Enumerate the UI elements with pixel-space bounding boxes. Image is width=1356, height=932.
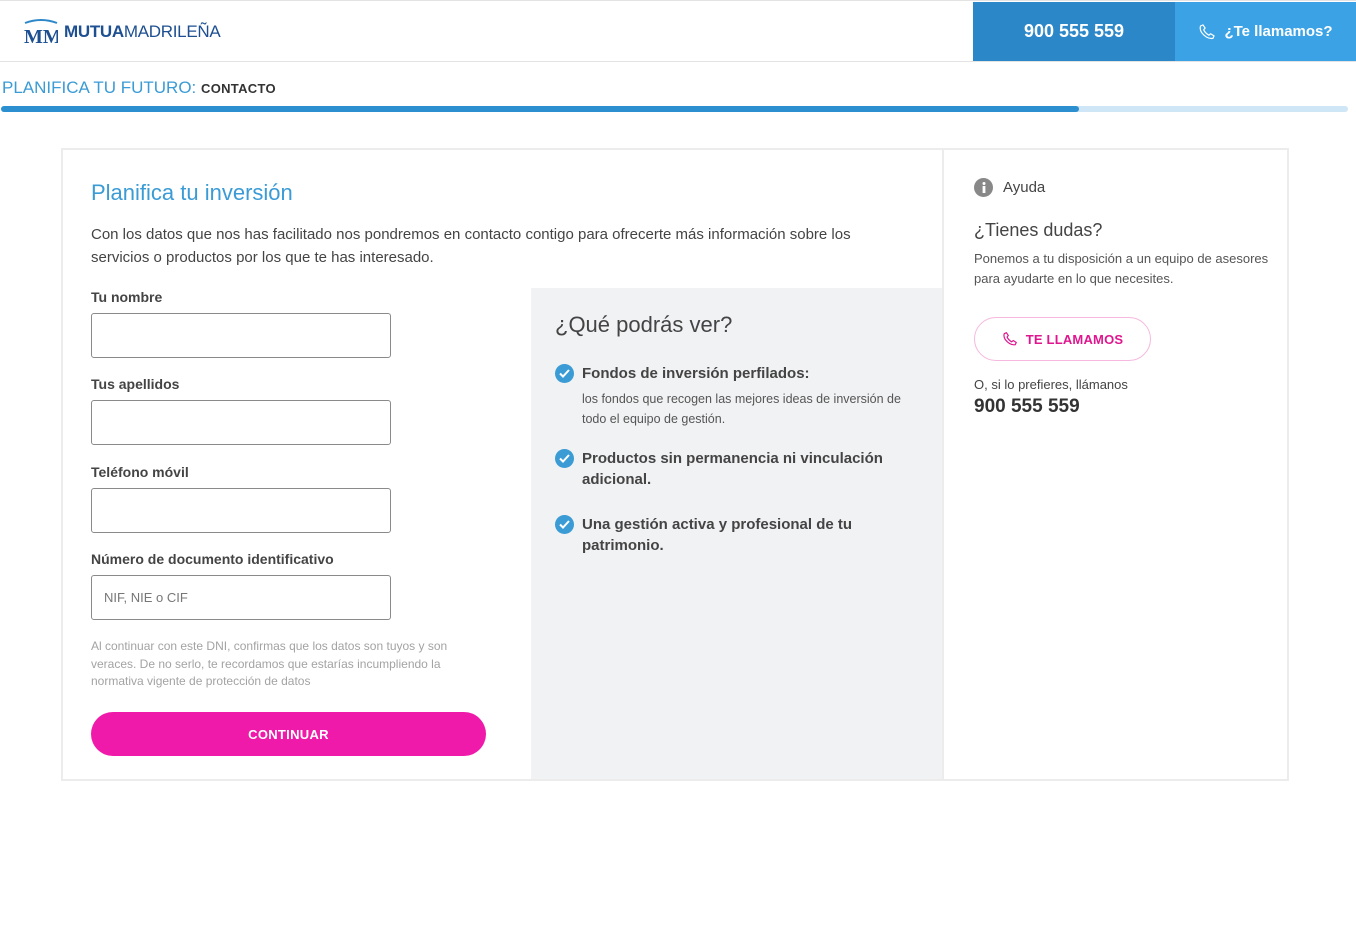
header-call-me-label: ¿Te llamamos? (1224, 23, 1333, 40)
call-me-label: TE LLAMAMOS (1025, 331, 1124, 347)
help-question: ¿Tienes dudas? (974, 220, 1103, 240)
svg-text:MM: MM (24, 26, 58, 46)
feature-item: Fondos de inversión perfilados: los fond… (555, 363, 915, 429)
main-card: Planifica tu inversión Con los datos que… (61, 148, 1289, 781)
continue-button[interactable]: CONTINUAR (91, 712, 486, 756)
help-heading: Ayuda (1003, 179, 1046, 196)
feature-title: Productos sin permanencia ni vinculación… (582, 450, 883, 488)
logo-bold: MUTUA (64, 22, 124, 41)
surname-input[interactable] (91, 400, 391, 445)
document-label: Número de documento identificativo (91, 551, 334, 567)
mobile-label: Teléfono móvil (91, 464, 189, 480)
breadcrumb-current: CONTACTO (201, 81, 276, 96)
phone-icon (1003, 332, 1017, 346)
header-phone-button[interactable]: 900 555 559 (973, 2, 1175, 61)
intro-text: Con los datos que nos has facilitado nos… (91, 226, 851, 266)
features-panel: ¿Qué podrás ver? Fondos de inversión per… (531, 288, 942, 779)
feature-item: Una gestión activa y profesional de tu p… (555, 514, 915, 556)
help-phone-number[interactable]: 900 555 559 (974, 396, 1080, 418)
name-input[interactable] (91, 313, 391, 358)
call-me-button[interactable]: TE LLAMAMOS (974, 317, 1151, 361)
check-icon (555, 364, 574, 383)
logo-light: MADRILEÑA (123, 22, 221, 41)
progress-bar (1, 106, 1348, 112)
breadcrumb-section: PLANIFICA TU FUTURO: (2, 78, 197, 97)
check-icon (555, 449, 574, 468)
prefer-text: O, si lo prefieres, llámanos (974, 377, 1128, 392)
document-input[interactable] (91, 575, 391, 620)
phone-icon (1200, 23, 1216, 39)
header-call-me-button[interactable]: ¿Te llamamos? (1175, 2, 1356, 61)
help-description: Ponemos a tu disposición a un equipo de … (974, 251, 1269, 286)
breadcrumb: PLANIFICA TU FUTURO: CONTACTO (2, 78, 276, 98)
info-icon (974, 178, 993, 197)
help-panel: Ayuda ¿Tienes dudas? Ponemos a tu dispos… (944, 150, 1289, 779)
feature-title: Una gestión activa y profesional de tu p… (582, 516, 853, 554)
feature-title: Fondos de inversión perfilados: (582, 365, 810, 382)
name-label: Tu nombre (91, 289, 163, 305)
progress-bar-fill (1, 106, 1079, 112)
logo-wordmark: MUTUAMADRILEÑA (64, 22, 221, 42)
mobile-input[interactable] (91, 488, 391, 533)
mutua-madrilena-logo[interactable]: MM MUTUAMADRILEÑA (24, 17, 221, 47)
dni-disclaimer: Al continuar con este DNI, confirmas que… (91, 639, 448, 688)
mm-logo-icon: MM (24, 19, 58, 46)
top-header: MM MUTUAMADRILEÑA 900 555 559 ¿Te llamam… (0, 0, 1356, 62)
features-title: ¿Qué podrás ver? (555, 312, 733, 337)
page-title: Planifica tu inversión (91, 180, 293, 205)
check-icon (555, 515, 574, 534)
help-header: Ayuda (974, 178, 1045, 197)
feature-desc: los fondos que recogen las mejores ideas… (582, 392, 901, 426)
header-phone-number: 900 555 559 (1023, 21, 1125, 41)
feature-item: Productos sin permanencia ni vinculación… (555, 448, 915, 490)
surname-label: Tus apellidos (91, 376, 180, 392)
